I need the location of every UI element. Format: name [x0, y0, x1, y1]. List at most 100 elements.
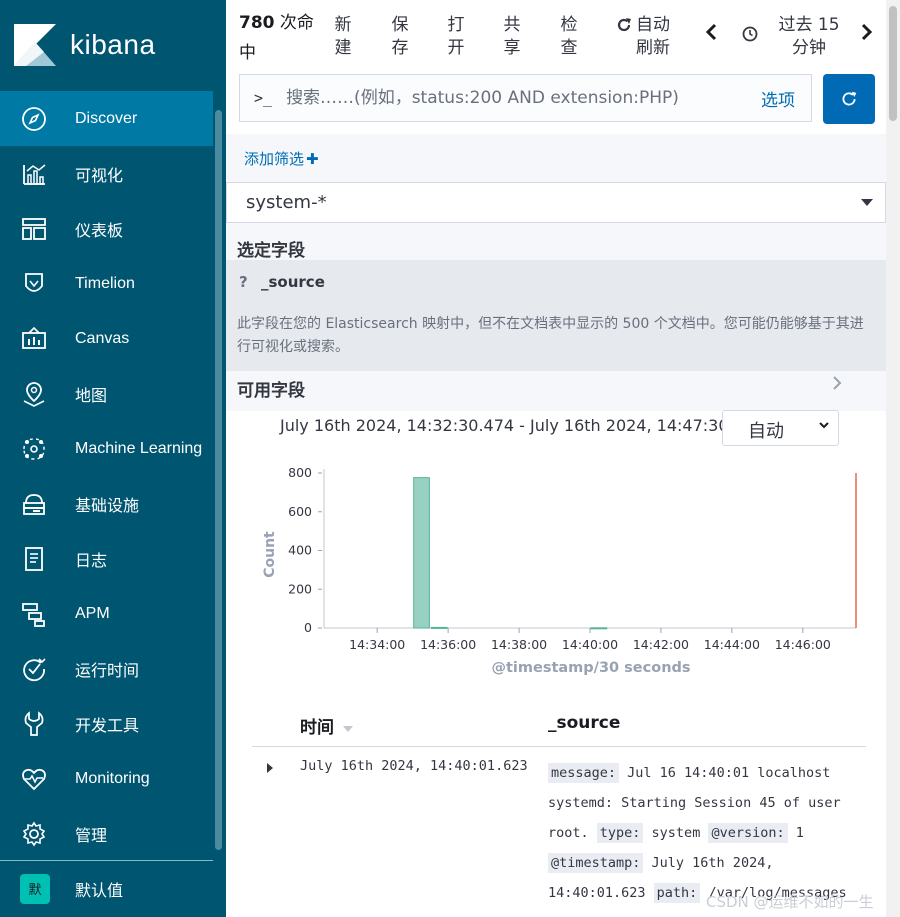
index-pattern-select[interactable]: system-*	[226, 182, 886, 223]
source-column-header: _source	[548, 713, 621, 733]
sidebar-item-dashboard[interactable]: 仪表板	[0, 201, 213, 256]
sidebar-item-label: Timelion	[75, 274, 135, 292]
field-name: _source	[261, 273, 325, 291]
sidebar-item-label: 开发工具	[75, 717, 140, 735]
apm-icon	[21, 601, 47, 627]
x-axis-label: @timestamp/30 seconds	[491, 660, 690, 676]
auto-refresh-button[interactable]: 自动刷新	[616, 14, 676, 60]
query-options-link[interactable]: 选项	[761, 86, 795, 111]
available-fields-title: 可用字段	[237, 381, 305, 401]
histogram-bar	[430, 626, 448, 629]
top-nav: 780 次命中 新建 保存 打开 共享 检查 自动刷新 过去 15 分钟	[226, 0, 900, 70]
query-language-prompt: >_	[254, 89, 273, 107]
sidebar-item-apm[interactable]: APM	[0, 586, 213, 641]
watermark: CSDN @运维不如的一生	[706, 893, 874, 911]
sidebar-item-uptime[interactable]: 运行时间	[0, 641, 213, 696]
source-field-key: path:	[653, 883, 701, 903]
uptime-icon	[21, 656, 47, 682]
time-header-label: 时间	[300, 718, 334, 738]
refresh-icon	[617, 18, 631, 32]
save-button[interactable]: 保存	[388, 14, 412, 60]
source-field-key: @timestamp:	[548, 853, 644, 873]
expand-row-icon[interactable]	[267, 763, 273, 773]
new-button[interactable]: 新建	[331, 14, 355, 60]
dashboard-icon	[21, 216, 47, 242]
hits-counter: 780 次命中	[239, 8, 315, 68]
add-filter-label: 添加筛选	[244, 150, 305, 168]
histogram-chart: 0 200 400 600 800 14:34:00 14:36:00 14:38:00 14:…	[262, 465, 857, 676]
sidebar-item-canvas[interactable]: Canvas	[0, 311, 213, 366]
source-field-value: system	[643, 825, 709, 841]
sidebar-item-map-pin[interactable]: 地图	[0, 366, 213, 421]
sidebar-item-machine-learning[interactable]: Machine Learning	[0, 421, 213, 476]
source-field-key: @version:	[708, 823, 788, 843]
sidebar-item-wrench[interactable]: 开发工具	[0, 696, 213, 751]
refresh-query-button[interactable]	[823, 74, 875, 124]
open-button[interactable]: 打开	[444, 14, 468, 60]
time-back-button[interactable]	[705, 22, 717, 47]
sidebar-item-label: 基础设施	[75, 497, 140, 515]
source-field-value: 1	[787, 825, 804, 841]
sidebar-item-label: 地图	[75, 387, 108, 405]
timelion-icon	[21, 271, 47, 297]
sidebar-item-compass[interactable]: Discover	[0, 91, 213, 146]
page-scrollbar-thumb[interactable]	[889, 6, 897, 121]
space-switcher[interactable]: 默 默认值	[0, 861, 213, 916]
add-filter-button[interactable]: 添加筛选 ✚	[244, 148, 319, 169]
chevron-right-icon	[861, 23, 873, 41]
y-tick-label: 800	[288, 465, 312, 480]
sidebar-item-timelion[interactable]: Timelion	[0, 256, 213, 311]
y-tick-label: 0	[304, 620, 312, 635]
logs-icon	[21, 546, 47, 572]
brand[interactable]: kibana	[0, 0, 226, 90]
plus-icon: ✚	[306, 150, 319, 168]
source-field-key: type:	[596, 823, 644, 843]
infrastructure-icon	[21, 491, 47, 517]
page-scrollbar-track	[886, 0, 900, 917]
table-header-divider	[252, 746, 866, 747]
chevron-left-icon	[705, 23, 717, 41]
map-pin-icon	[21, 381, 47, 407]
inspect-button[interactable]: 检查	[557, 14, 581, 60]
sidebar-item-logs[interactable]: 日志	[0, 531, 213, 586]
selected-fields-title: 选定字段	[237, 241, 305, 261]
field-type-unknown-icon: ?	[239, 273, 248, 291]
canvas-icon	[21, 326, 47, 352]
sidebar-item-label: Discover	[75, 109, 138, 127]
sidebar-scrollbar[interactable]	[215, 110, 222, 850]
space-avatar: 默	[20, 873, 50, 904]
y-tick-label: 200	[288, 581, 312, 596]
filter-bar: 添加筛选 ✚	[226, 134, 886, 182]
x-tick-label: 14:36:00	[420, 637, 476, 652]
row-timestamp: July 16th 2024, 14:40:01.623	[300, 758, 528, 774]
share-button[interactable]: 共享	[500, 14, 524, 60]
x-tick-label: 14:42:00	[633, 637, 689, 652]
caret-down-icon	[861, 199, 873, 206]
row-source: message: Jul 16 14:40:01 localhost syste…	[548, 758, 854, 908]
sidebar-item-label: 可视化	[75, 167, 124, 185]
chevron-right-icon[interactable]	[832, 374, 842, 395]
time-column-header[interactable]: 时间	[300, 713, 354, 738]
sidebar-item-label: 日志	[75, 552, 108, 570]
histogram-time-range: July 16th 2024, 14:32:30.474 - July 16th…	[280, 416, 786, 435]
index-pattern-value: system-*	[246, 192, 327, 213]
field-warning-text: 此字段在您的 Elasticsearch 映射中，但不在文档表中显示的 500 …	[237, 316, 864, 355]
time-forward-button[interactable]	[861, 22, 873, 47]
sidebar-item-visualize[interactable]: 可视化	[0, 146, 213, 201]
sidebar-item-heartbeat[interactable]: Monitoring	[0, 751, 213, 806]
gear-icon	[21, 821, 47, 847]
y-tick-label: 400	[288, 543, 312, 558]
interval-select[interactable]: 自动	[722, 410, 839, 446]
sidebar-item-gear[interactable]: 管理	[0, 806, 213, 861]
interval-value: 自动	[748, 421, 784, 442]
histogram-bar	[413, 477, 430, 629]
y-axis-label: Count	[262, 531, 278, 578]
sidebar: kibana Discover 可视化仪表板 Timelion Canvas 地图 Mac…	[0, 0, 226, 917]
kibana-logo-icon	[14, 24, 56, 66]
selected-field-item[interactable]: ? _source 此字段在您的 Elasticsearch 映射中，但不在文档…	[226, 260, 886, 371]
sidebar-item-infrastructure[interactable]: 基础设施	[0, 476, 213, 531]
search-input[interactable]	[286, 88, 737, 108]
y-tick-label: 600	[288, 504, 312, 519]
sidebar-item-label: Monitoring	[75, 769, 150, 787]
sidebar-item-label: 管理	[75, 827, 108, 845]
